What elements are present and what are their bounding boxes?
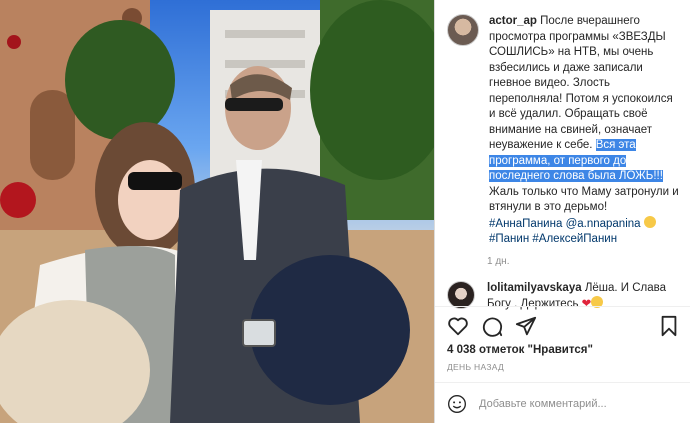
photo-illustration bbox=[0, 0, 434, 423]
divider bbox=[435, 382, 690, 383]
emoji-icon[interactable] bbox=[447, 394, 467, 414]
share-icon[interactable] bbox=[515, 315, 537, 337]
caption-text-1: После вчерашнего просмотра программы «ЗВ… bbox=[489, 15, 673, 151]
likes-count[interactable]: 4 038 отметок "Нравится" bbox=[447, 344, 593, 356]
add-comment-bar bbox=[447, 390, 690, 418]
heart-icon[interactable] bbox=[447, 315, 469, 337]
instagram-post: actor_ap После вчерашнего просмотра прог… bbox=[0, 0, 690, 423]
post-date: ДЕНЬ НАЗАД bbox=[447, 362, 505, 372]
post-photo[interactable] bbox=[0, 0, 434, 423]
caption-time[interactable]: 1 дн. bbox=[487, 256, 690, 267]
hashtag-panin[interactable]: #Панин bbox=[489, 233, 529, 245]
caption: actor_ap После вчерашнего просмотра прог… bbox=[435, 0, 690, 248]
post-sidebar: actor_ap После вчерашнего просмотра прог… bbox=[434, 0, 690, 423]
smile-emoji-icon bbox=[643, 215, 656, 228]
divider bbox=[435, 306, 690, 307]
comment-body: lolitamilyavskaya Лёша. И Слава Богу . Д… bbox=[487, 281, 680, 313]
comment-icon[interactable] bbox=[481, 315, 503, 337]
hashtag-alexey-panin[interactable]: #АлексейПанин bbox=[532, 233, 617, 245]
caption-body: actor_ap После вчерашнего просмотра прог… bbox=[489, 14, 680, 248]
commenter-avatar[interactable] bbox=[447, 280, 475, 309]
bookmark-icon[interactable] bbox=[658, 315, 680, 337]
author-username[interactable]: actor_ap bbox=[489, 15, 537, 27]
commenter-username[interactable]: lolitamilyavskaya bbox=[487, 282, 582, 294]
author-avatar[interactable] bbox=[447, 14, 479, 46]
red-heart-emoji-icon: ❤ bbox=[581, 298, 592, 310]
caption-text-2: Жаль только что Маму затронули и втянули… bbox=[489, 185, 679, 214]
action-bar bbox=[447, 314, 680, 338]
mention-anna[interactable]: @a.nnapanina bbox=[566, 218, 641, 230]
comment-input[interactable] bbox=[477, 397, 651, 411]
hashtag-anna[interactable]: #АннаПанина bbox=[489, 218, 562, 230]
